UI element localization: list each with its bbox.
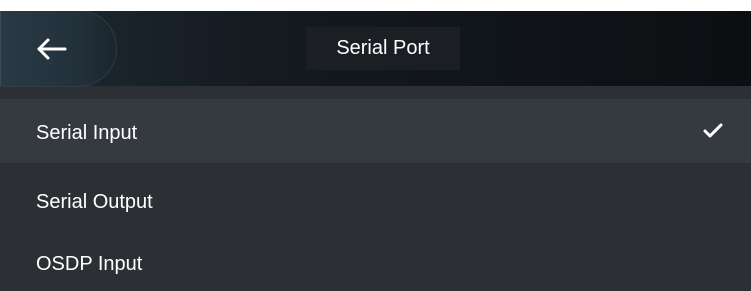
menu-item-label: Serial Output (36, 191, 153, 213)
check-icon (703, 123, 723, 138)
back-arrow-icon (37, 38, 67, 60)
menu-item-serial-input[interactable]: Serial Input (0, 99, 751, 163)
top-margin (0, 0, 751, 11)
header-bar: Serial Port (0, 11, 751, 86)
page-title: Serial Port (336, 37, 430, 59)
menu-item-label: OSDP Input (36, 253, 143, 275)
menu-item-label: Serial Input (36, 122, 138, 144)
back-button[interactable] (0, 11, 116, 86)
serial-port-screen: Serial Port Serial Input Serial Output O… (0, 11, 751, 291)
menu-item-osdp-input[interactable]: OSDP Input (0, 239, 751, 291)
menu-item-serial-output[interactable]: Serial Output (0, 171, 751, 227)
